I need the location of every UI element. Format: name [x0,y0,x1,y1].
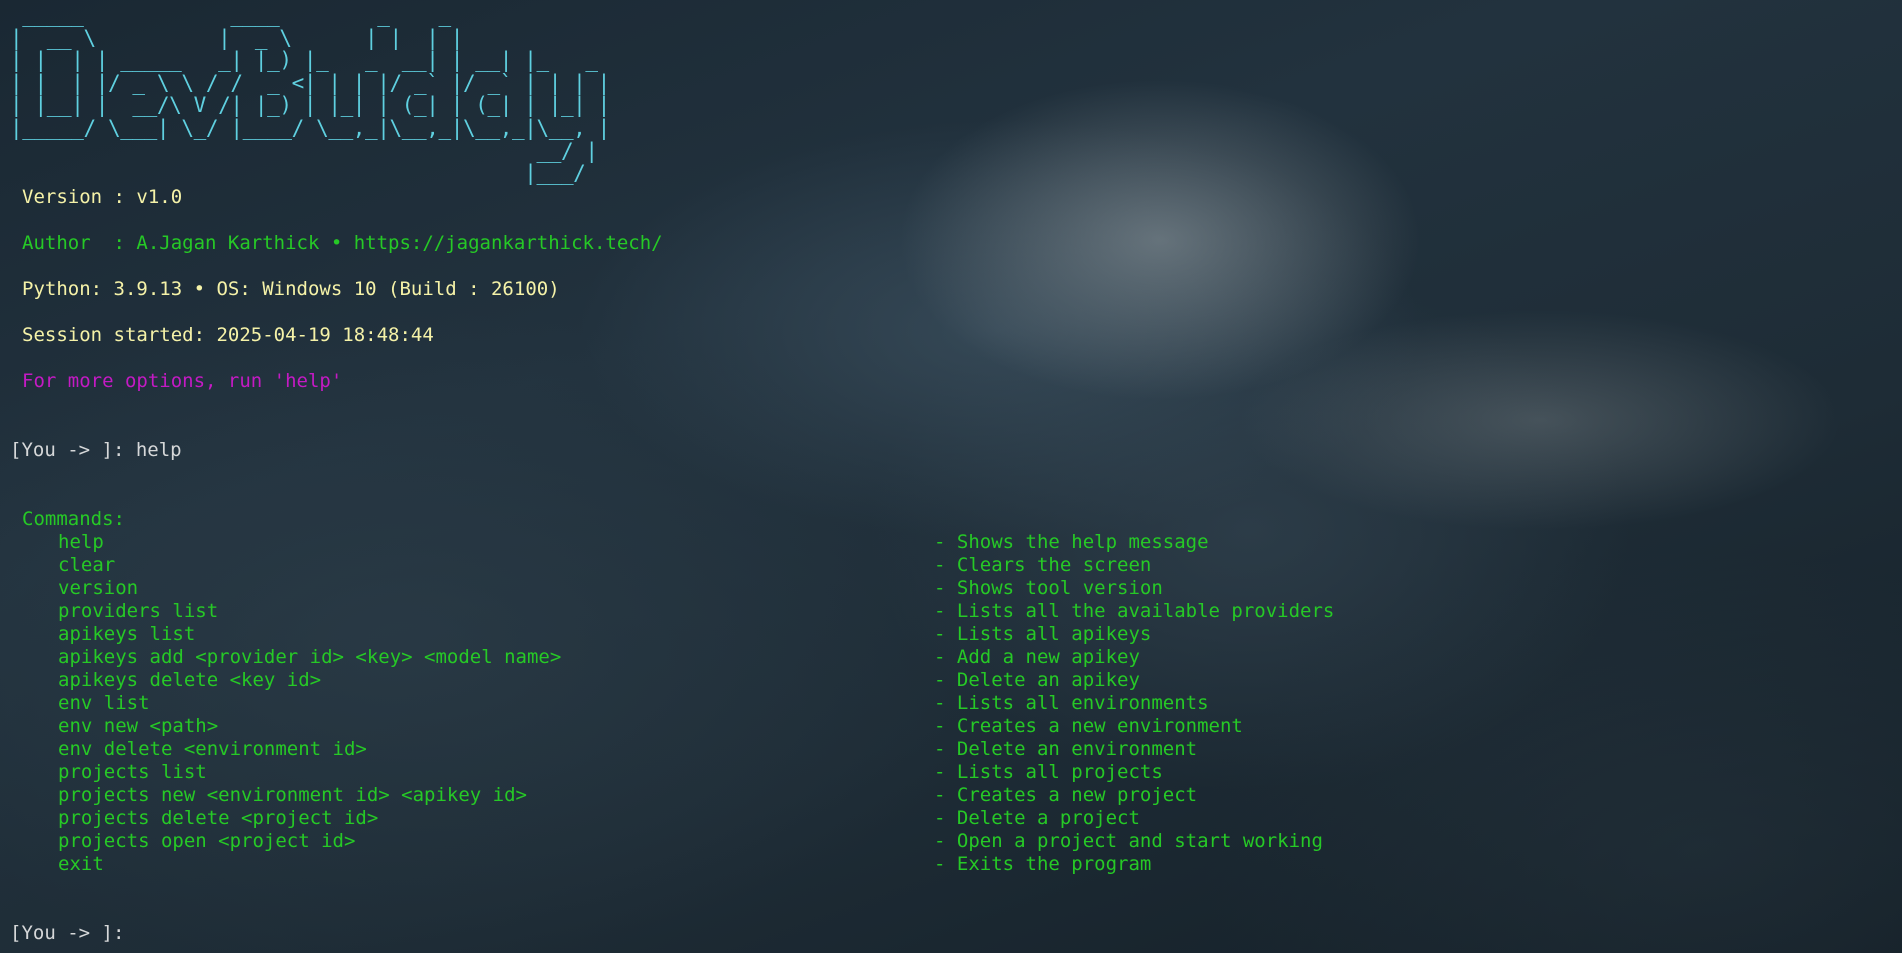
command-description: - Delete an apikey [934,669,1140,691]
command-description: - Lists all apikeys [934,623,1152,645]
command-description: - Lists all environments [934,692,1209,714]
command-row: help - Shows the help message [22,531,1209,554]
session-started-line: Session started: 2025-04-19 18:48:44 [22,324,434,346]
help-hint-line: For more options, run 'help' [22,370,343,392]
command-description: - Clears the screen [934,554,1152,576]
command-description: - Lists all the available providers [934,600,1335,622]
command-row: clear - Clears the screen [22,554,1151,577]
command-row: projects list - Lists all projects [22,761,1163,784]
command-row: exit - Exits the program [22,853,1151,876]
command-row: version - Shows tool version [22,577,1163,600]
command-description: - Shows the help message [934,531,1209,553]
command-name: apikeys add <provider id> <key> <model n… [58,646,562,668]
command-row: env list - Lists all environments [22,692,1209,715]
command-row: apikeys add <provider id> <key> <model n… [22,646,1140,669]
ascii-banner-logo: _____ ____ _ _ | __ \ | _ \ | | | | | | … [10,3,610,186]
command-name: providers list [58,600,219,622]
command-description: - Add a new apikey [934,646,1140,668]
command-name: help [58,531,104,553]
terminal-window[interactable]: _____ ____ _ _ | __ \ | _ \ | | | | | | … [0,0,1902,953]
command-prompt-input[interactable]: [You -> ]: [10,922,124,945]
commands-list: Commands: help - Shows the help message cl… [22,508,1334,876]
command-name: projects new <environment id> <apikey id… [58,784,527,806]
command-description: - Creates a new environment [934,715,1243,737]
python-os-line: Python: 3.9.13 • OS: Windows 10 (Build :… [22,278,560,300]
command-name: env list [58,692,150,714]
command-row: apikeys delete <key id> - Delete an apike… [22,669,1140,692]
commands-header: Commands: [22,508,125,530]
commands-rows: help - Shows the help message clear - Clear… [22,531,1334,876]
command-name: env new <path> [58,715,219,737]
command-description: - Delete an environment [934,738,1198,760]
command-name: projects list [58,761,207,783]
command-description: - Lists all projects [934,761,1163,783]
command-name: version [58,577,139,599]
command-description: - Exits the program [934,853,1152,875]
command-name: apikeys delete <key id> [58,669,322,691]
command-row: apikeys list - Lists all apikeys [22,623,1151,646]
command-row: providers list - Lists all the available … [22,600,1334,623]
command-name: projects open <project id> [58,830,356,852]
prompt-history-line: [You -> ]: help [10,439,182,461]
author-line: Author : A.Jagan Karthick • https://jaga… [22,232,663,254]
command-description: - Delete a project [934,807,1140,829]
command-row: projects delete <project id> - Delete a p… [22,807,1140,830]
command-description: - Creates a new project [934,784,1198,806]
command-name: clear [58,554,116,576]
command-row: projects open <project id> - Open a proje… [22,830,1323,853]
command-name: env delete <environment id> [58,738,367,760]
command-description: - Open a project and start working [934,830,1323,852]
command-name: exit [58,853,104,875]
command-row: projects new <environment id> <apikey id… [22,784,1197,807]
command-row: env delete <environment id> - Delete an e… [22,738,1197,761]
command-row: env new <path> - Creates a new environmen… [22,715,1243,738]
command-name: apikeys list [58,623,196,645]
version-line: Version : v1.0 [22,186,183,208]
command-description: - Shows tool version [934,577,1163,599]
command-name: projects delete <project id> [58,807,379,829]
